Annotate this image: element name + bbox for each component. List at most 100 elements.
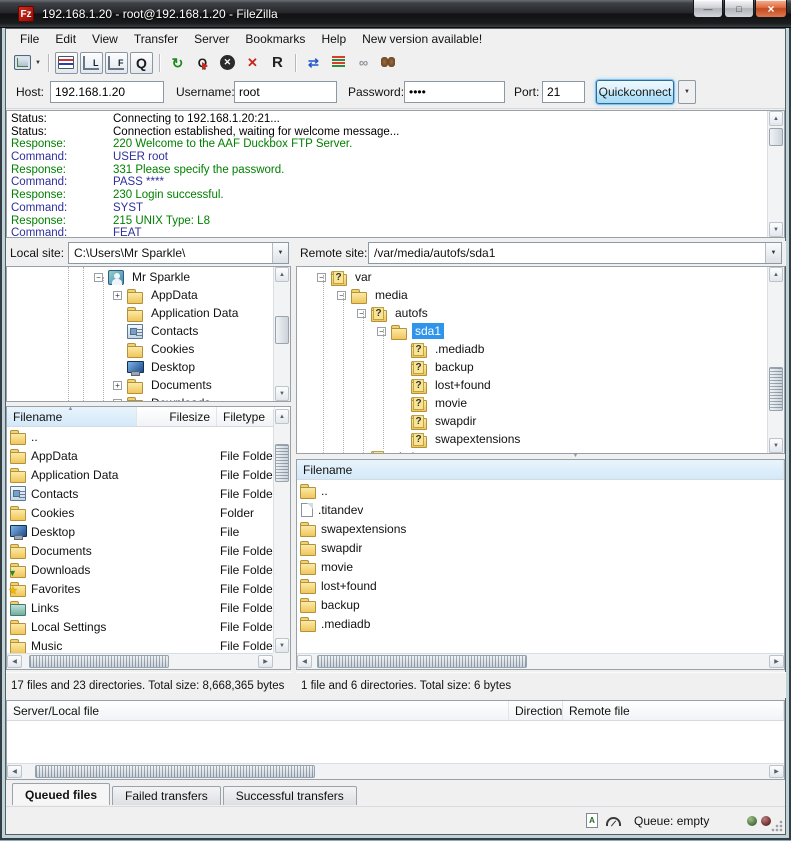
remote-file-row-backup[interactable]: backup	[297, 595, 784, 614]
scroll-down-icon[interactable]: ▼	[769, 438, 783, 453]
local-tree-item-appdata[interactable]: +AppData	[7, 286, 290, 304]
find-files-button[interactable]	[377, 52, 400, 74]
scroll-right-icon[interactable]: ▶	[258, 655, 273, 668]
remote-file-row-swapextensions[interactable]: swapextensions	[297, 519, 784, 538]
scroll-down-icon[interactable]: ▼	[769, 222, 783, 237]
local-list-scroll-thumb[interactable]	[275, 444, 289, 482]
remote-tree-item-mediadb[interactable]: ?.mediadb	[297, 340, 784, 358]
remote-tree-item-swapdir[interactable]: ?swapdir	[297, 412, 784, 430]
column-header-direction[interactable]: Direction	[509, 701, 563, 720]
column-header-filesize[interactable]: Filesize	[137, 407, 217, 426]
port-input[interactable]	[542, 81, 585, 103]
local-file-row-links[interactable]: LinksFile Folder	[7, 598, 290, 617]
local-file-row-documents[interactable]: DocumentsFile Folder	[7, 541, 290, 560]
remote-file-row-swapdir[interactable]: swapdir	[297, 538, 784, 557]
column-header-filetype[interactable]: Filetype	[217, 407, 275, 426]
menu-item-bookmarks[interactable]: Bookmarks	[237, 30, 313, 48]
filter-button[interactable]: ⇄	[302, 52, 325, 74]
speed-limits-icon[interactable]	[606, 817, 621, 826]
title-bar[interactable]: Fz 192.168.1.20 - root@192.168.1.20 - Fi…	[0, 0, 791, 28]
queue-hscroll-thumb[interactable]	[35, 765, 315, 778]
scroll-left-icon[interactable]: ◀	[7, 765, 22, 778]
resize-grip[interactable]	[771, 820, 783, 832]
toggle-queue-button[interactable]: Q	[130, 52, 153, 74]
disconnect-button[interactable]: ✕	[241, 52, 264, 74]
scroll-up-icon[interactable]: ▲	[275, 409, 289, 424]
scroll-right-icon[interactable]: ▶	[769, 765, 784, 778]
refresh-button[interactable]: ↻	[166, 52, 189, 74]
local-list-scrollbar[interactable]: ▲ ▼	[273, 409, 290, 653]
toggle-message-log-button[interactable]	[55, 52, 78, 74]
quickconnect-dropdown-icon[interactable]: ▼	[678, 80, 696, 104]
column-header-server-local-file[interactable]: Server/Local file	[7, 701, 509, 720]
toggle-remote-tree-button[interactable]: F	[105, 52, 128, 74]
expander-minus-icon[interactable]: −	[317, 273, 326, 282]
local-file-row-appdata[interactable]: AppDataFile Folder	[7, 446, 290, 465]
menu-item-new-version-available[interactable]: New version available!	[354, 30, 490, 48]
remote-list-hscroll-thumb[interactable]	[317, 655, 527, 668]
remote-file-row-movie[interactable]: movie	[297, 557, 784, 576]
local-tree-item-desktop[interactable]: Desktop	[7, 358, 290, 376]
local-file-row-application-data[interactable]: Application DataFile Folder	[7, 465, 290, 484]
site-manager-dropdown-icon[interactable]: ▼	[35, 60, 41, 66]
scroll-up-icon[interactable]: ▲	[275, 267, 289, 282]
queue-hscrollbar[interactable]: ◀ ▶	[7, 763, 784, 779]
remote-tree-item-swapextensions[interactable]: ?swapextensions	[297, 430, 784, 448]
local-tree-item-downloads[interactable]: +▼Downloads	[7, 394, 290, 402]
menu-item-help[interactable]: Help	[313, 30, 354, 48]
expander-plus-icon[interactable]: +	[113, 399, 122, 403]
remote-tree-item-var[interactable]: −?var	[297, 268, 784, 286]
remote-file-row-item[interactable]: ..	[297, 481, 784, 500]
local-list-hscroll-thumb[interactable]	[29, 655, 169, 668]
quickconnect-button[interactable]: Quickconnect	[596, 80, 674, 104]
remote-file-row-lost-found[interactable]: lost+found	[297, 576, 784, 595]
toggle-local-tree-button[interactable]: L	[80, 52, 103, 74]
local-file-row-favorites[interactable]: ★FavoritesFile Folder	[7, 579, 290, 598]
scroll-up-icon[interactable]: ▲	[769, 267, 783, 282]
expander-plus-icon[interactable]: +	[113, 381, 122, 390]
expander-minus-icon[interactable]: −	[94, 273, 103, 282]
scroll-left-icon[interactable]: ◀	[7, 655, 22, 668]
local-tree-item-application-data[interactable]: Application Data	[7, 304, 290, 322]
scroll-right-icon[interactable]: ▶	[769, 655, 784, 668]
remote-file-row-mediadb[interactable]: .mediadb	[297, 614, 784, 633]
menu-item-view[interactable]: View	[84, 30, 126, 48]
local-tree-item-contacts[interactable]: Contacts	[7, 322, 290, 340]
remote-tree-scrollbar[interactable]: ▲ ▼	[767, 267, 784, 453]
local-file-row-desktop[interactable]: DesktopFile	[7, 522, 290, 541]
local-file-row-cookies[interactable]: CookiesFolder	[7, 503, 290, 522]
local-file-row-downloads[interactable]: ▼DownloadsFile Folder	[7, 560, 290, 579]
remote-tree-item-movie[interactable]: ?movie	[297, 394, 784, 412]
local-file-row-contacts[interactable]: ContactsFile Folder	[7, 484, 290, 503]
remote-tree-item-lost-found[interactable]: ?lost+found	[297, 376, 784, 394]
remote-file-row-titandev[interactable]: .titandev	[297, 500, 784, 519]
tab-queued-files[interactable]: Queued files	[12, 783, 110, 805]
scroll-down-icon[interactable]: ▼	[275, 386, 289, 401]
menu-item-server[interactable]: Server	[186, 30, 237, 48]
minimize-button[interactable]: —	[693, 0, 723, 18]
reconnect-button[interactable]: R	[266, 52, 289, 74]
log-scroll-thumb[interactable]	[769, 128, 783, 146]
scroll-up-icon[interactable]: ▲	[769, 111, 783, 126]
remote-tree-item-backup[interactable]: ?backup	[297, 358, 784, 376]
local-tree-scroll-thumb[interactable]	[275, 316, 289, 344]
menu-item-file[interactable]: File	[12, 30, 47, 48]
remote-tree-scroll-thumb[interactable]	[769, 367, 783, 411]
cancel-button[interactable]: ✕	[216, 52, 239, 74]
synchronized-browsing-button[interactable]: ∞	[352, 52, 375, 74]
log-scrollbar[interactable]: ▲ ▼	[767, 111, 784, 237]
remote-site-combo[interactable]: /var/media/autofs/sda1 ▼	[368, 242, 782, 264]
local-tree-scrollbar[interactable]: ▲ ▼	[273, 267, 290, 401]
remote-tree-item-sda1[interactable]: −sda1	[297, 322, 784, 340]
combo-dropdown-icon[interactable]: ▼	[272, 243, 288, 263]
expander-plus-icon[interactable]: +	[113, 291, 122, 300]
combo-dropdown-icon[interactable]: ▼	[765, 243, 781, 263]
tab-successful-transfers[interactable]: Successful transfers	[223, 786, 357, 805]
scroll-down-icon[interactable]: ▼	[275, 638, 289, 653]
menu-item-transfer[interactable]: Transfer	[126, 30, 186, 48]
remote-tree-item-autofs[interactable]: −?autofs	[297, 304, 784, 322]
site-manager-button[interactable]: ▼	[13, 52, 42, 74]
directory-comparison-button[interactable]	[327, 52, 350, 74]
username-input[interactable]	[234, 81, 337, 103]
local-tree-item-cookies[interactable]: Cookies	[7, 340, 290, 358]
